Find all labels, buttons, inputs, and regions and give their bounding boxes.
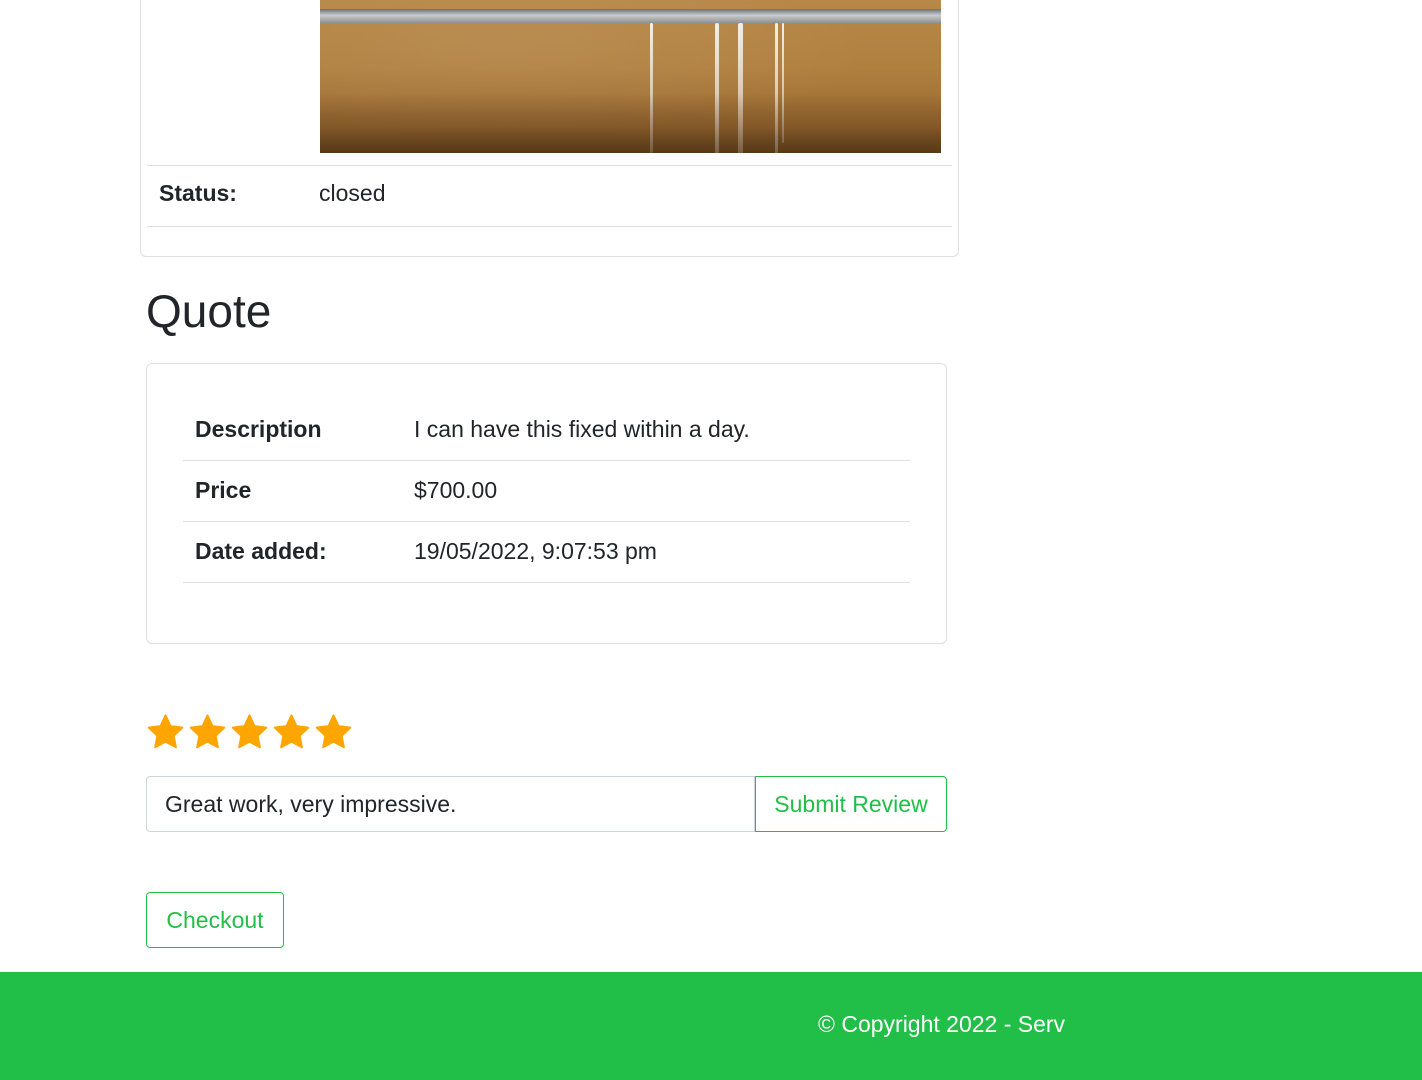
quote-heading: Quote (146, 285, 272, 337)
star-icon[interactable] (188, 712, 227, 752)
footer: © Copyright 2022 - Serv (0, 972, 1422, 1080)
quote-date-label: Date added: (195, 538, 327, 564)
quote-price-label: Price (195, 477, 252, 503)
star-rating (146, 712, 353, 752)
review-text-input[interactable] (146, 776, 755, 832)
status-label: Status: (159, 180, 237, 206)
row-divider (147, 226, 952, 227)
star-icon[interactable] (146, 712, 185, 752)
quote-row-price: Price $700.00 (183, 461, 910, 522)
job-photo (320, 0, 941, 153)
photo-shade (320, 93, 941, 153)
quote-description-value: I can have this fixed within a day. (414, 416, 750, 442)
quote-price-value: $700.00 (414, 477, 498, 503)
quote-card: Description I can have this fixed within… (146, 363, 947, 644)
checkout-button[interactable]: Checkout (146, 892, 284, 948)
row-divider (147, 165, 952, 166)
photo-ledge (320, 9, 941, 23)
star-icon[interactable] (272, 712, 311, 752)
submit-review-button[interactable]: Submit Review (755, 776, 947, 832)
page: Status: closed Quote Description I can h… (0, 0, 1422, 1080)
review-input-group: Submit Review (146, 776, 947, 832)
status-value: closed (319, 180, 386, 206)
star-icon[interactable] (230, 712, 269, 752)
quote-row-description: Description I can have this fixed within… (183, 400, 910, 461)
job-details-card: Status: closed (140, 0, 959, 257)
footer-copyright: © Copyright 2022 - Serv (818, 1011, 1066, 1037)
quote-description-label: Description (195, 416, 322, 442)
quote-date-value: 19/05/2022, 9:07:53 pm (414, 538, 657, 564)
quote-row-date: Date added: 19/05/2022, 9:07:53 pm (183, 522, 910, 583)
star-icon[interactable] (314, 712, 353, 752)
